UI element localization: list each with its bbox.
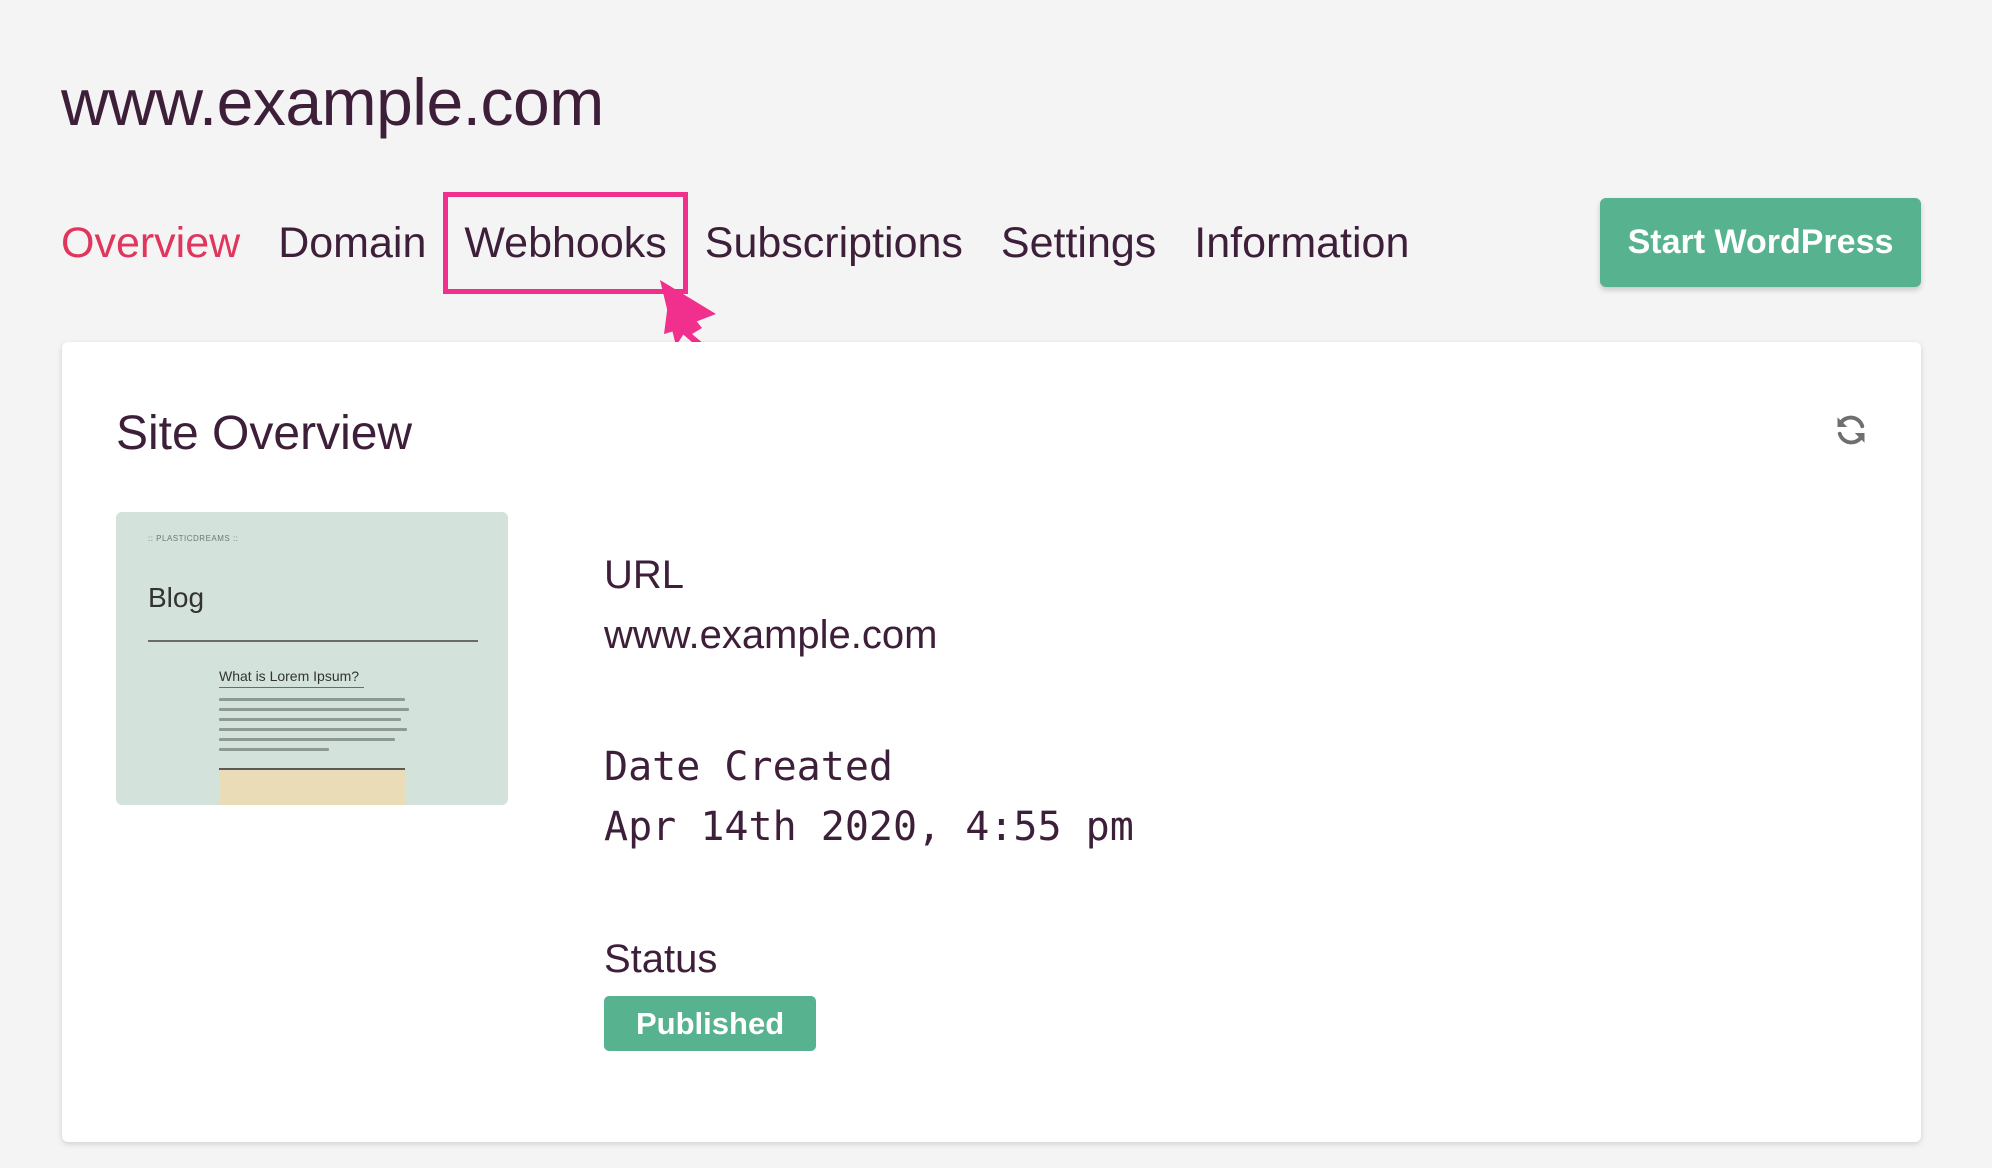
thumbnail-image — [219, 768, 405, 805]
tab-settings[interactable]: Settings — [1001, 212, 1156, 274]
status-label: Status — [604, 937, 718, 981]
tab-information[interactable]: Information — [1194, 212, 1409, 274]
status-badge: Published — [604, 996, 817, 1051]
date-created-value: Apr 14th 2020, 4:55 pm — [604, 804, 1134, 850]
site-tabs: Overview Domain Webhooks Subscriptions S… — [61, 192, 1447, 294]
thumbnail-brand: :: PLASTICDREAMS :: — [148, 534, 239, 543]
thumbnail-blog-heading: Blog — [148, 582, 205, 613]
thumbnail-post-title: What is Lorem Ipsum? — [219, 668, 360, 684]
site-thumbnail[interactable]: :: PLASTICDREAMS :: Blog What is Lorem I… — [116, 512, 508, 805]
refresh-icon[interactable] — [1833, 412, 1869, 448]
start-wordpress-button[interactable]: Start WordPress — [1600, 198, 1921, 287]
thumbnail-divider — [148, 640, 478, 642]
date-created-label: Date Created — [604, 744, 893, 790]
tab-domain[interactable]: Domain — [278, 212, 426, 274]
card-title: Site Overview — [116, 407, 413, 460]
thumbnail-post-underline — [219, 687, 364, 688]
thumbnail-text-lines — [219, 698, 409, 758]
tab-overview[interactable]: Overview — [61, 212, 240, 274]
url-label: URL — [604, 553, 685, 597]
site-overview-card: Site Overview :: PLASTICDREAMS :: Blog W… — [62, 342, 1921, 1142]
site-title: www.example.com — [61, 65, 604, 139]
url-value: www.example.com — [604, 613, 938, 657]
tab-subscriptions[interactable]: Subscriptions — [705, 212, 963, 274]
